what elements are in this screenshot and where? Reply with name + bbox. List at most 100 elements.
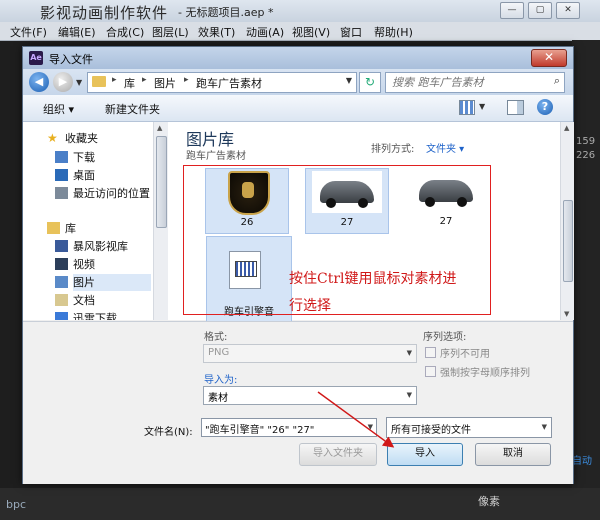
sidebar-item-label: 暴风影视库 <box>73 240 128 253</box>
menu-animation[interactable]: 动画(A) <box>246 24 284 40</box>
search-icon[interactable]: ⌕ <box>554 74 560 88</box>
sidebar-item-label: 视频 <box>73 258 95 271</box>
menu-edit[interactable]: 编辑(E) <box>58 24 96 40</box>
sequence-checkbox[interactable]: 序列不可用 <box>425 345 490 360</box>
file-item[interactable]: 27 <box>405 168 487 232</box>
import-as-select[interactable]: 素材 ▼ <box>203 386 417 405</box>
bull-logo-icon <box>228 171 270 215</box>
audio-grid-icon <box>235 261 257 277</box>
import-dialog: Ae 导入文件 ✕ ◀ ▶ ▼ ▸ 库 ▸ 图片 ▸ 跑车广告素材 ▼ ↻ ⌕ … <box>22 46 574 484</box>
menu-effect[interactable]: 效果(T) <box>198 24 235 40</box>
sidebar-item-videos[interactable]: 视频 <box>55 256 95 273</box>
file-list-scrollbar[interactable]: ▲ ▼ <box>560 122 574 320</box>
sidebar-item-recent[interactable]: 最近访问的位置 <box>55 185 150 202</box>
import-folder-button[interactable]: 导入文件夹 <box>299 443 377 466</box>
preview-pane-icon[interactable] <box>507 100 524 115</box>
menu-composition[interactable]: 合成(C) <box>106 24 144 40</box>
organize-button[interactable]: 组织 ▾ <box>43 101 74 117</box>
car-image <box>419 180 473 207</box>
app-brand: 影视动画制作软件 <box>40 4 169 22</box>
filter-value: 所有可接受的文件 <box>391 425 471 436</box>
libraries-icon <box>47 222 60 234</box>
maximize-button[interactable]: ▢ <box>528 2 552 19</box>
force-alpha-checkbox[interactable]: 强制按字母顺序排列 <box>425 364 530 379</box>
sidebar-item-pictures[interactable]: 图片 <box>55 274 151 291</box>
file-type-filter[interactable]: 所有可接受的文件 ▼ <box>386 417 552 438</box>
auto-label[interactable]: 自动 <box>572 452 592 467</box>
minimize-button[interactable]: — <box>500 2 524 19</box>
filename-field[interactable]: "跑车引擎音" "26" "27" ▼ <box>201 418 377 437</box>
scroll-up-icon[interactable]: ▲ <box>564 124 569 132</box>
menubar: 文件(F) 编辑(E) 合成(C) 图层(L) 效果(T) 动画(A) 视图(V… <box>0 22 600 41</box>
scroll-down-icon[interactable]: ▼ <box>564 310 569 318</box>
menu-layer[interactable]: 图层(L) <box>152 24 189 40</box>
sort-dropdown[interactable]: 文件夹 ▾ <box>426 140 464 155</box>
right-panel: 159 226 <box>572 40 600 520</box>
refresh-icon[interactable]: ↻ <box>359 72 381 93</box>
sidebar-item-label: 收藏夹 <box>65 132 98 145</box>
view-mode-icon[interactable] <box>459 100 475 115</box>
sidebar-item-label: 桌面 <box>73 169 95 182</box>
sidebar-item-storm-library[interactable]: 暴风影视库 <box>55 238 128 255</box>
filename-label: 文件名(N): <box>144 427 193 438</box>
download-folder-icon <box>55 151 68 163</box>
scrollbar-thumb[interactable] <box>563 200 573 282</box>
chevron-down-icon[interactable]: ▼ <box>346 76 352 85</box>
format-select[interactable]: PNG ▼ <box>203 344 417 363</box>
pixel-label[interactable]: 像素 <box>478 493 500 509</box>
sidebar-scrollbar[interactable]: ▲ <box>153 122 168 320</box>
car-image <box>320 181 374 208</box>
search-input[interactable] <box>390 74 544 91</box>
breadcrumb-libraries[interactable]: 库 <box>124 75 135 91</box>
menu-view[interactable]: 视图(V) <box>292 24 330 40</box>
sidebar-libraries[interactable]: 库 <box>47 220 76 237</box>
breadcrumb-folder[interactable]: 跑车广告素材 <box>196 75 262 91</box>
help-icon[interactable]: ? <box>537 99 553 115</box>
dialog-titlebar: Ae 导入文件 ✕ <box>23 47 573 69</box>
chevron-down-icon[interactable]: ▼ <box>368 423 373 431</box>
pictures-icon <box>55 276 68 288</box>
folder-icon <box>92 76 106 87</box>
checkbox-label: 序列不可用 <box>440 349 490 360</box>
import-button[interactable]: 导入 <box>387 443 463 466</box>
audio-file-icon <box>229 251 261 289</box>
file-item-audio[interactable]: 跑车引擎音 <box>206 236 292 326</box>
sidebar-favorites[interactable]: ★ 收藏夹 <box>47 130 98 147</box>
history-dropdown-icon[interactable]: ▼ <box>76 78 82 87</box>
dialog-title: 导入文件 <box>49 53 93 66</box>
search-box[interactable]: ⌕ <box>385 72 565 93</box>
forward-arrow-icon[interactable]: ▶ <box>53 72 73 92</box>
dialog-close-button[interactable]: ✕ <box>531 49 567 67</box>
address-row: ◀ ▶ ▼ ▸ 库 ▸ 图片 ▸ 跑车广告素材 ▼ ↻ ⌕ <box>23 69 573 95</box>
chevron-down-icon[interactable]: ▼ <box>479 102 485 111</box>
breadcrumb-pictures[interactable]: 图片 <box>154 75 176 91</box>
menu-help[interactable]: 帮助(H) <box>374 24 413 40</box>
new-folder-button[interactable]: 新建文件夹 <box>105 101 160 117</box>
chevron-right-icon[interactable]: ▸ <box>112 75 117 85</box>
sort-label: 排列方式: <box>371 144 415 155</box>
documents-icon <box>55 294 68 306</box>
file-item[interactable]: 26 <box>205 168 289 234</box>
chevron-down-icon: ▼ <box>406 349 412 357</box>
download-folder-icon <box>55 312 68 320</box>
chevron-right-icon[interactable]: ▸ <box>142 75 147 85</box>
cancel-button[interactable]: 取消 <box>475 443 551 466</box>
scrollbar-thumb[interactable] <box>156 136 167 228</box>
sidebar-item-label: 下载 <box>73 151 95 164</box>
sidebar-item-desktop[interactable]: 桌面 <box>55 167 95 184</box>
menu-window[interactable]: 窗口 <box>340 24 362 40</box>
chevron-right-icon[interactable]: ▸ <box>184 75 189 85</box>
back-arrow-icon[interactable]: ◀ <box>29 72 49 92</box>
sidebar-item-downloads[interactable]: 下载 <box>55 149 95 166</box>
address-bar[interactable]: ▸ 库 ▸ 图片 ▸ 跑车广告素材 ▼ <box>87 72 357 93</box>
menu-file[interactable]: 文件(F) <box>10 24 47 40</box>
sidebar-item-documents[interactable]: 文档 <box>55 292 95 309</box>
scroll-up-icon[interactable]: ▲ <box>157 124 162 132</box>
library-subtitle: 跑车广告素材 <box>186 151 246 162</box>
file-item[interactable]: 27 <box>305 168 389 234</box>
logo-thumbnail <box>212 171 282 215</box>
sidebar-item-thunder[interactable]: 迅雷下载 <box>55 310 117 320</box>
bpc-label[interactable]: bpc <box>6 498 26 511</box>
project-filename: - 无标题项目.aep * <box>178 6 274 19</box>
close-app-button[interactable]: ✕ <box>556 2 580 19</box>
